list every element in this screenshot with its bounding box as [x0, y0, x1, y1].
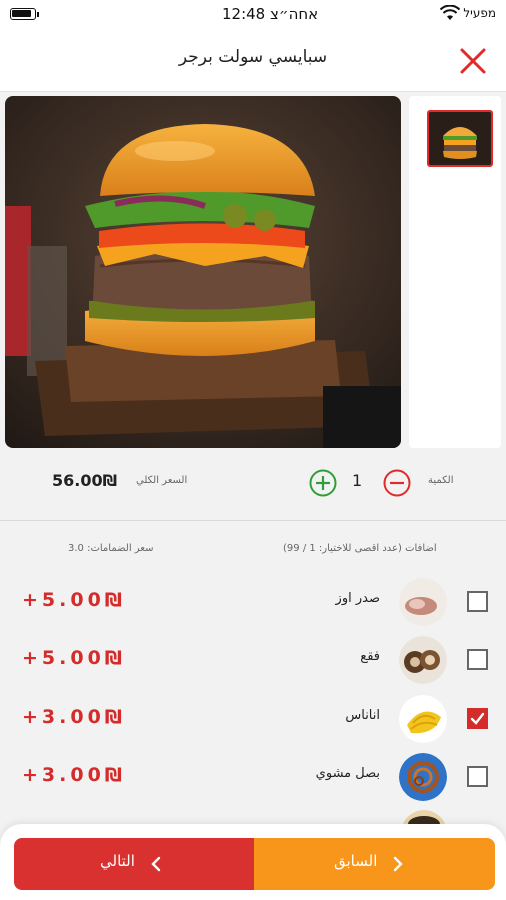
addon-image	[399, 578, 447, 626]
addon-price: +5.00₪	[22, 589, 126, 611]
addon-image	[399, 695, 447, 743]
addon-image	[399, 636, 447, 684]
header: سبايسي سولت برجر	[0, 28, 506, 92]
price-quantity-row: 56.00₪ السعر الكلي 1 الكمية	[0, 455, 506, 511]
addon-checkbox[interactable]	[467, 649, 488, 670]
next-button[interactable]: التالي	[14, 838, 254, 890]
product-thumbnail[interactable]	[427, 110, 493, 167]
addon-checkbox[interactable]	[467, 766, 488, 787]
battery-icon	[10, 8, 36, 20]
product-image	[5, 96, 401, 448]
page-title: سبايسي سولت برجر	[178, 47, 328, 67]
addon-image	[399, 753, 447, 801]
thumbnail-panel	[409, 96, 501, 448]
addon-name: اناناس	[345, 708, 380, 723]
product-gallery	[5, 96, 501, 450]
addons-header: سعر الضمامات: 3.0 اضافات (عدد اقصى للاخت…	[0, 543, 506, 559]
close-icon[interactable]	[456, 44, 490, 78]
addon-price: +5.00₪	[22, 647, 126, 669]
previous-button[interactable]: السابق	[254, 838, 495, 890]
total-price: 56.00₪	[52, 471, 118, 490]
addon-name: بصل مشوي	[315, 766, 380, 781]
bottom-action-bar: التالي السابق	[0, 824, 506, 900]
minus-icon[interactable]	[383, 469, 411, 497]
status-time: 12:48 אחה״צ	[222, 5, 319, 23]
addons-title: اضافات (عدد اقصى للاختيار: 1 / 99)	[283, 543, 437, 554]
addon-name: فقع	[360, 649, 380, 664]
status-carrier: מפעיל	[463, 6, 496, 20]
divider	[0, 520, 506, 521]
wifi-icon	[440, 5, 460, 20]
addon-item[interactable]: +3.00₪ اناناس	[0, 692, 506, 746]
addon-checkbox-checked[interactable]	[467, 708, 488, 729]
addon-item[interactable]: +5.00₪ فقع	[0, 633, 506, 687]
quantity-value: 1	[352, 471, 363, 490]
addon-price: +3.00₪	[22, 764, 126, 786]
addon-checkbox[interactable]	[467, 591, 488, 612]
addons-price-label: سعر الضمامات: 3.0	[68, 543, 154, 554]
status-bar: 12:48 אחה״צ מפעיל	[0, 0, 506, 28]
plus-icon[interactable]	[309, 469, 337, 497]
quantity-label: الكمية	[428, 475, 454, 486]
total-price-label: السعر الكلي	[136, 475, 188, 486]
addon-item[interactable]: +3.00₪ بصل مشوي	[0, 750, 506, 804]
addon-item[interactable]: +5.00₪ صدر اوز	[0, 575, 506, 629]
addon-price: +3.00₪	[22, 706, 126, 728]
checkmark-icon	[470, 712, 485, 725]
chevron-right-icon	[393, 856, 403, 872]
chevron-left-icon	[151, 856, 161, 872]
addon-name: صدر اوز	[335, 591, 380, 606]
next-button-label: التالي	[100, 852, 135, 870]
previous-button-label: السابق	[334, 852, 378, 870]
